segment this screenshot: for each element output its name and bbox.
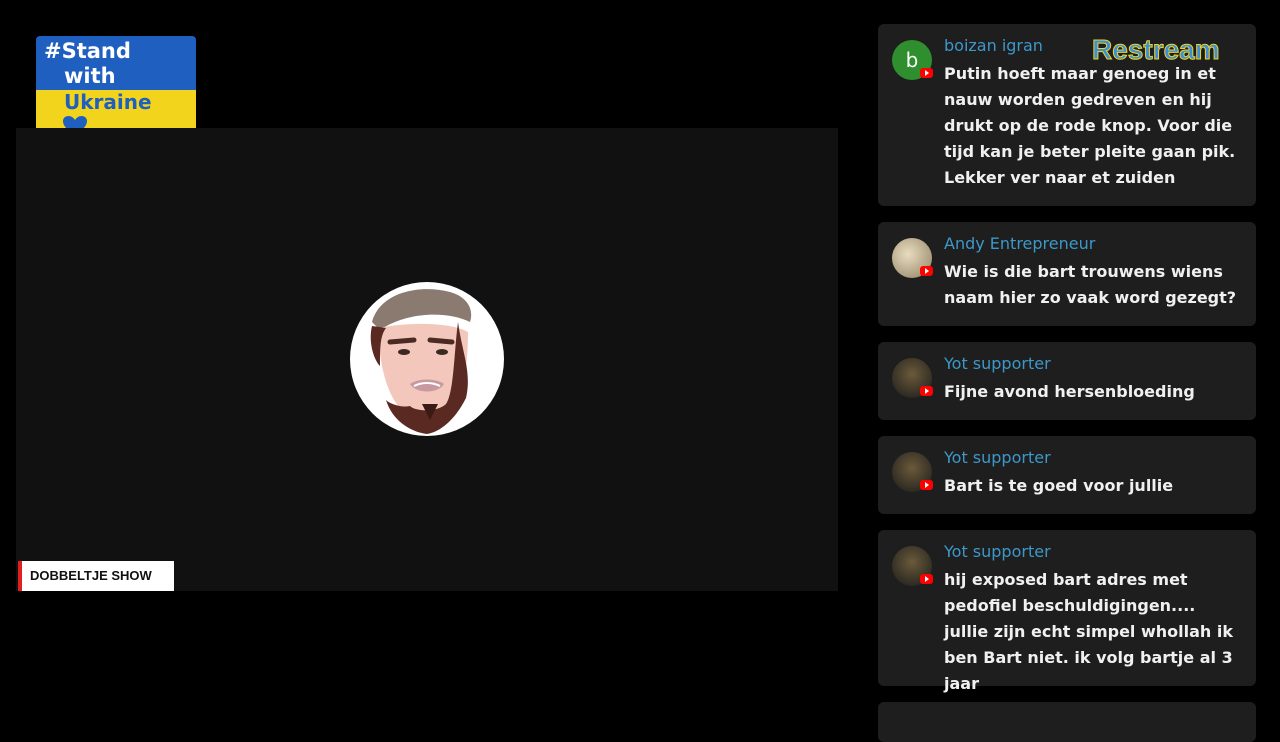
youtube-icon xyxy=(920,574,933,584)
chat-message: b boizan igran Restream Putin hoeft maar… xyxy=(878,24,1256,206)
message-author: boizan igran xyxy=(944,36,1043,55)
message-text: Putin hoeft maar genoeg in et nauw worde… xyxy=(944,64,1236,187)
chat-message: Yot supporter Fijne avond hersenbloeding xyxy=(878,342,1256,420)
youtube-icon xyxy=(920,266,933,276)
youtube-icon xyxy=(920,68,933,78)
badge-line-3: Ukraine xyxy=(64,90,152,114)
message-author: Andy Entrepreneur xyxy=(944,234,1096,253)
message-text: hij exposed bart adres met pedofiel besc… xyxy=(944,570,1233,693)
message-text: Bart is te goed voor jullie xyxy=(944,476,1174,495)
video-stage: DOBBELTJE SHOW xyxy=(16,128,838,591)
badge-line-1: #Stand xyxy=(44,39,131,63)
message-author: Yot supporter xyxy=(944,542,1051,561)
stand-with-ukraine-badge: #Stand with Ukraine xyxy=(36,36,196,143)
chat-message: Yot supporter Bart is te goed voor julli… xyxy=(878,436,1256,514)
message-author: Yot supporter xyxy=(944,354,1051,373)
message-text: Wie is die bart trouwens wiens naam hier… xyxy=(944,262,1237,307)
chat-message: Yot supporter hij exposed bart adres met… xyxy=(878,530,1256,693)
youtube-icon xyxy=(920,480,933,490)
message-text: Fijne avond hersenbloeding xyxy=(944,382,1195,401)
chat-message: Andy Entrepreneur Wie is die bart trouwe… xyxy=(878,222,1256,326)
show-name-label: DOBBELTJE SHOW xyxy=(18,561,174,591)
message-author: Yot supporter xyxy=(944,448,1051,467)
badge-line-2: with xyxy=(64,64,116,88)
chat-message-partial xyxy=(878,702,1256,742)
cartoon-face-icon xyxy=(370,289,472,434)
youtube-icon xyxy=(920,386,933,396)
host-avatar xyxy=(350,282,504,436)
